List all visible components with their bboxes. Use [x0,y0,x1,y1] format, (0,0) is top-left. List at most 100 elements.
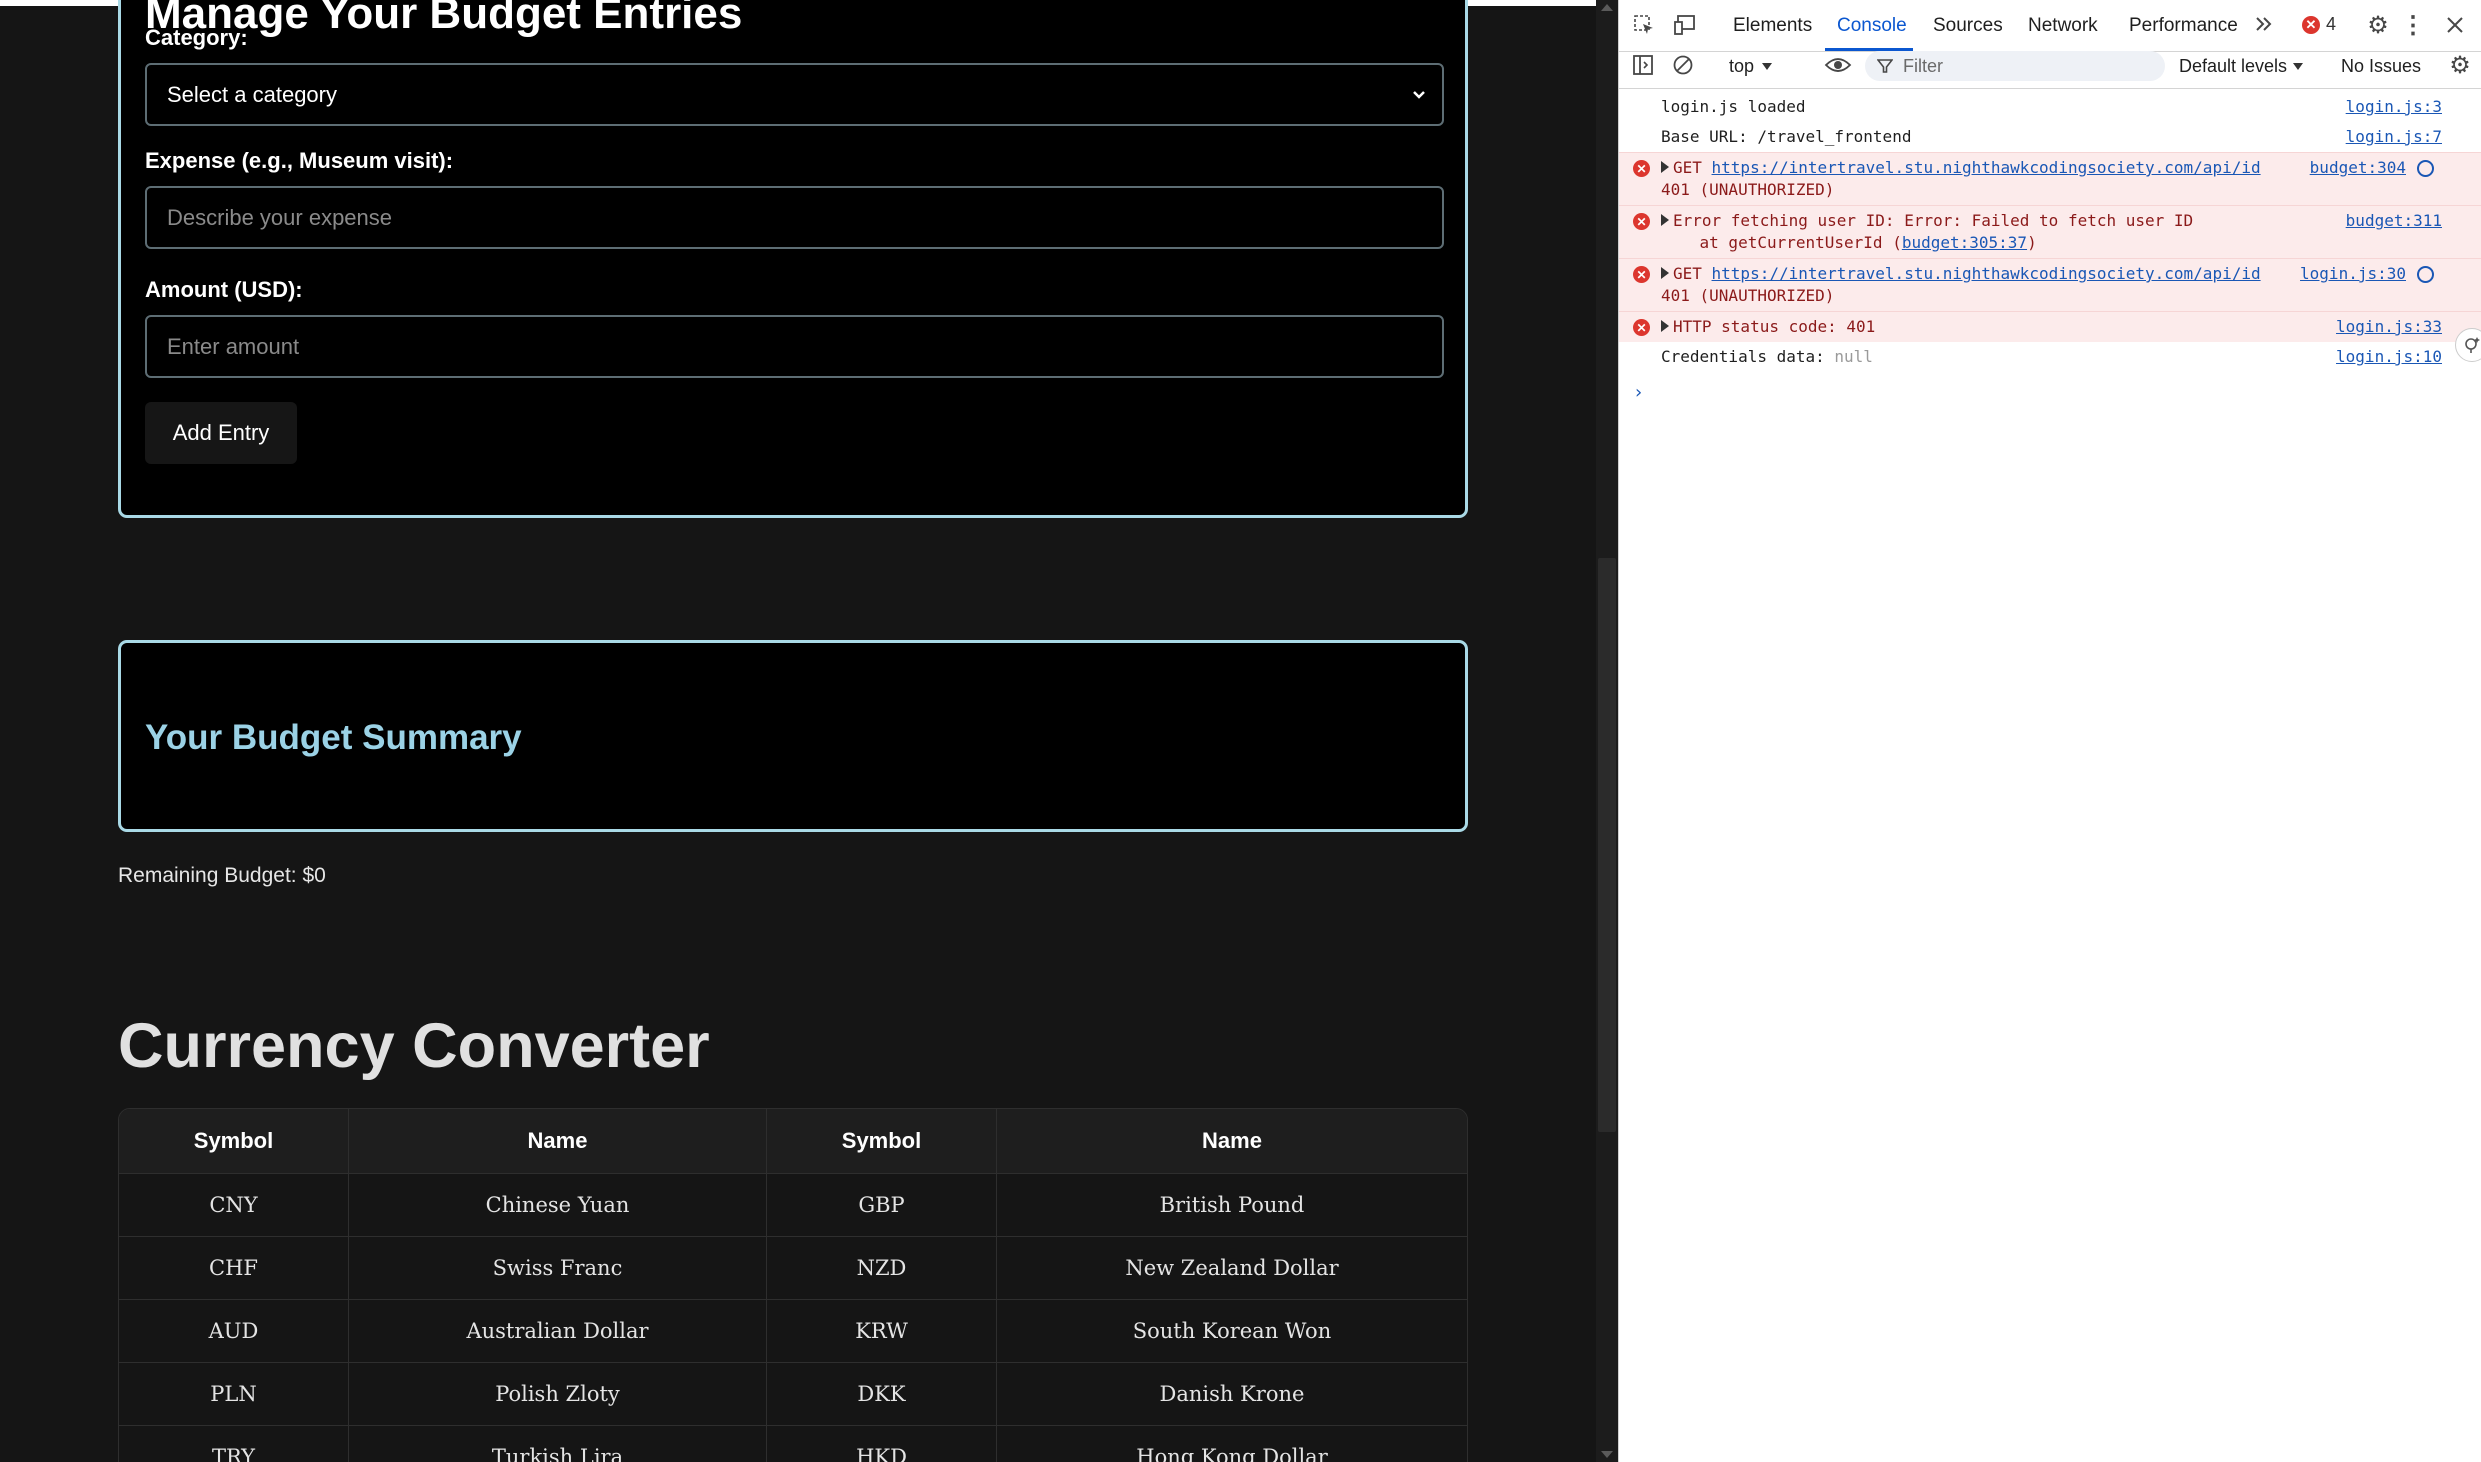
table-row: PLN Polish Zloty DKK Danish Krone [119,1362,1467,1425]
network-globe-icon[interactable] [2417,266,2434,283]
console-error-row[interactable]: ✕ Error fetching user ID: Error: Failed … [1619,205,2481,258]
log-prefix: GET [1673,158,1712,177]
device-toolbar-icon[interactable] [1671,12,1699,38]
table-cell: NZD [767,1236,997,1299]
error-count-badge[interactable]: ✕ 4 [2302,14,2336,35]
console-settings-gear-icon[interactable]: ⚙ [2447,52,2473,79]
console-log-row: Base URL: /travel_frontend login.js:7 [1619,122,2481,152]
devtools-tabbar: Elements Console Sources Network Perform… [1619,0,2481,52]
request-url-link[interactable]: https://intertravel.stu.nighthawkcodings… [1712,158,2261,177]
table-row: TRY Turkish Lira HKD Hong Kong Dollar [119,1425,1467,1462]
table-cell: Chinese Yuan [349,1173,767,1236]
console-messages: login.js loaded login.js:3 Base URL: /tr… [1619,90,2481,403]
tab-performance[interactable]: Performance [2129,15,2238,37]
log-source-link[interactable]: login.js:33 [2336,316,2442,338]
ai-assistance-bulb-icon[interactable] [2455,328,2481,362]
expand-triangle-icon[interactable] [1661,267,1669,279]
budget-summary-card: Your Budget Summary [118,640,1468,832]
log-source-link[interactable]: login.js:3 [2346,96,2442,118]
expand-triangle-icon[interactable] [1661,161,1669,173]
log-message: Base URL: /travel_frontend [1661,127,1912,146]
console-prompt-chevron-icon[interactable]: › [1619,372,2481,403]
issues-indicator[interactable]: No Issues [2341,56,2421,77]
log-status: 401 (UNAUTHORIZED) [1661,286,1835,305]
stack-prefix: at getCurrentUserId ( [1661,233,1902,252]
add-entry-button[interactable]: Add Entry [145,402,297,464]
expense-input[interactable]: Describe your expense [145,186,1444,249]
sidebar-toggle-icon[interactable] [1631,53,1655,77]
table-cell: Turkish Lira [349,1425,767,1462]
log-message: HTTP status code: 401 [1673,317,1876,336]
log-message: login.js loaded [1661,97,1806,116]
context-select[interactable]: top [1729,56,1773,77]
table-cell: South Korean Won [997,1299,1467,1362]
log-source-link[interactable]: login.js:30 [2300,263,2406,285]
log-levels-value: Default levels [2179,56,2288,76]
log-source-link[interactable]: budget:304 [2310,157,2406,179]
more-options-icon[interactable]: ⋮ [2401,12,2425,39]
expense-label: Expense (e.g., Museum visit): [145,148,454,173]
category-select-value: Select a category [167,81,337,107]
error-icon: ✕ [1633,160,1650,177]
header-name-1: Name [349,1109,767,1173]
table-row: AUD Australian Dollar KRW South Korean W… [119,1299,1467,1362]
inspect-element-icon[interactable] [1631,12,1657,38]
expense-placeholder: Describe your expense [167,204,393,230]
log-null-value: null [1834,347,1873,366]
console-log-row: login.js loaded login.js:3 [1619,90,2481,122]
dropdown-arrow-icon [1762,62,1773,70]
expand-triangle-icon[interactable] [1661,214,1669,226]
chevron-down-icon [1413,90,1425,99]
amount-input[interactable]: Enter amount [145,315,1444,378]
tab-elements[interactable]: Elements [1733,15,1812,37]
tab-network[interactable]: Network [2028,15,2098,37]
error-count: 4 [2326,14,2337,34]
table-cell: PLN [119,1362,349,1425]
toolbar-divider [1619,88,2481,89]
table-cell: HKD [767,1425,997,1462]
scroll-up-arrow-icon[interactable] [1601,4,1613,11]
console-error-row[interactable]: ✕ HTTP status code: 401 login.js:33 [1619,311,2481,342]
table-row: CHF Swiss Franc NZD New Zealand Dollar [119,1236,1467,1299]
table-cell: Swiss Franc [349,1236,767,1299]
log-message: Credentials data: [1661,347,1835,366]
stack-source-link[interactable]: budget:305:37 [1902,233,2027,252]
more-tabs-icon[interactable] [2253,13,2275,35]
network-globe-icon[interactable] [2417,160,2434,177]
web-page: Manage Your Budget Entries Category: Sel… [0,0,1596,1462]
settings-gear-icon[interactable]: ⚙ [2365,12,2391,39]
category-select[interactable]: Select a category [145,63,1444,126]
live-expression-eye-icon[interactable] [1823,53,1853,77]
table-cell: CNY [119,1173,349,1236]
table-cell: GBP [767,1173,997,1236]
close-devtools-icon[interactable] [2442,12,2468,38]
console-filter-input[interactable]: Filter [1865,51,2165,81]
table-row: CNY Chinese Yuan GBP British Pound [119,1173,1467,1236]
table-cell: New Zealand Dollar [997,1236,1467,1299]
log-source-link[interactable]: login.js:10 [2336,346,2442,368]
log-message: Error fetching user ID: Error: Failed to… [1673,211,2194,230]
console-error-row[interactable]: ✕ GET https://intertravel.stu.nighthawkc… [1619,258,2481,311]
tab-sources[interactable]: Sources [1933,15,2003,37]
request-url-link[interactable]: https://intertravel.stu.nighthawkcodings… [1712,264,2261,283]
log-status: 401 (UNAUTHORIZED) [1661,180,1835,199]
expand-triangle-icon[interactable] [1661,320,1669,332]
amount-label: Amount (USD): [145,277,303,302]
filter-icon [1877,59,1893,73]
table-cell: Australian Dollar [349,1299,767,1362]
log-source-link[interactable]: budget:311 [2346,210,2442,232]
stack-suffix: ) [2027,233,2037,252]
log-levels-select[interactable]: Default levels [2179,56,2304,77]
scroll-down-arrow-icon[interactable] [1601,1451,1613,1458]
table-cell: AUD [119,1299,349,1362]
clear-console-icon[interactable] [1671,53,1695,77]
table-cell: Danish Krone [997,1362,1467,1425]
table-cell: DKK [767,1362,997,1425]
page-scrollbar[interactable] [1596,0,1618,1462]
header-symbol-1: Symbol [119,1109,349,1173]
dropdown-arrow-icon [2293,62,2304,70]
console-error-row[interactable]: ✕ GET https://intertravel.stu.nighthawkc… [1619,152,2481,205]
page-scroll-thumb[interactable] [1598,558,1616,1132]
log-source-link[interactable]: login.js:7 [2346,126,2442,148]
tab-console[interactable]: Console [1837,15,1907,37]
